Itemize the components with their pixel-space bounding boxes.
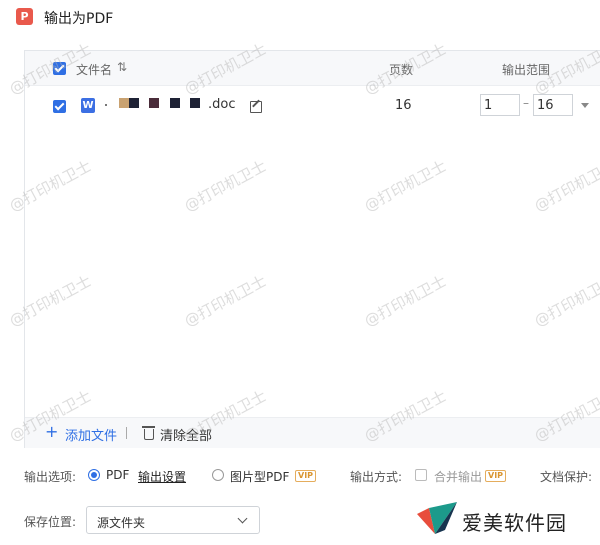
- doc-protect-label: 文档保护:: [540, 470, 593, 484]
- save-location-value: 源文件夹: [97, 516, 146, 530]
- word-doc-icon: W: [81, 98, 95, 113]
- pdf-option-label[interactable]: PDF: [106, 468, 129, 482]
- select-all-checkbox[interactable]: [53, 62, 66, 75]
- vip-badge: VIP: [485, 470, 507, 482]
- range-dropdown-icon[interactable]: [581, 103, 589, 108]
- app-pdf-icon: P: [16, 8, 33, 25]
- save-location-select[interactable]: 源文件夹: [86, 506, 260, 534]
- redacted-block: [105, 104, 107, 106]
- merge-output-label[interactable]: 合并输出: [434, 468, 482, 485]
- redacted-block: [190, 98, 200, 108]
- edit-icon[interactable]: [250, 101, 262, 113]
- redacted-block: [119, 98, 129, 108]
- redacted-block: [129, 98, 139, 108]
- output-options-label: 输出选项:: [24, 470, 77, 484]
- page-count: 16: [395, 98, 412, 113]
- header-filename[interactable]: 文件名: [76, 61, 112, 78]
- file-name: .doc: [208, 97, 236, 112]
- header-pages: 页数: [389, 63, 414, 77]
- table-row[interactable]: W .doc 16 1 – 16: [25, 87, 600, 123]
- row-checkbox[interactable]: [53, 100, 66, 113]
- header-output-range: 输出范围: [502, 63, 551, 77]
- output-settings-link[interactable]: 输出设置: [138, 468, 186, 485]
- redacted-block: [149, 98, 159, 108]
- pdf-radio[interactable]: [88, 469, 100, 481]
- redacted-block: [170, 98, 180, 108]
- vip-badge: VIP: [295, 470, 317, 482]
- range-dash: –: [523, 96, 529, 110]
- range-from-input[interactable]: 1: [480, 94, 520, 116]
- save-location-label: 保存位置:: [24, 515, 77, 529]
- image-pdf-radio[interactable]: [212, 469, 224, 481]
- file-list-panel: 文件名 ⇅ 页数 输出范围 W .doc 16 1 – 16 + 添加文件 清除…: [24, 50, 600, 448]
- divider: [126, 427, 127, 439]
- sort-icon[interactable]: ⇅: [117, 60, 127, 74]
- brand-logo-icon: [417, 502, 457, 534]
- chevron-down-icon: [237, 513, 248, 524]
- range-to-input[interactable]: 16: [533, 94, 573, 116]
- clear-all-button[interactable]: 清除全部: [160, 425, 212, 444]
- output-mode-label: 输出方式:: [350, 470, 403, 484]
- trash-icon[interactable]: [142, 426, 155, 440]
- merge-output-checkbox[interactable]: [415, 469, 427, 481]
- table-header: 文件名 ⇅ 页数 输出范围: [25, 51, 600, 86]
- brand-name: 爱美软件园: [462, 511, 567, 535]
- panel-footer: + 添加文件 清除全部: [25, 417, 600, 448]
- add-file-button[interactable]: 添加文件: [65, 425, 117, 444]
- add-icon[interactable]: +: [45, 422, 58, 441]
- window-title: 输出为PDF: [44, 11, 114, 27]
- image-pdf-label[interactable]: 图片型PDF: [230, 468, 289, 485]
